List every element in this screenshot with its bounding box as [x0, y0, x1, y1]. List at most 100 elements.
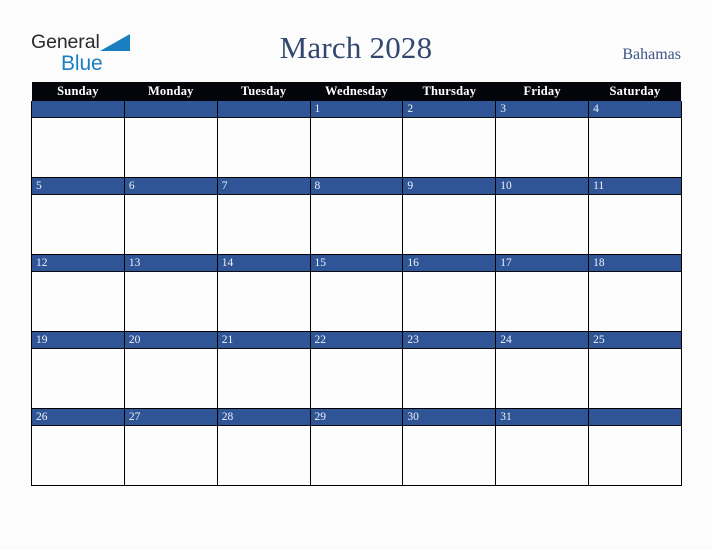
date-bar: 7: [217, 178, 310, 195]
day-event-area[interactable]: [310, 195, 403, 254]
calendar-day-cell[interactable]: 13: [123, 254, 218, 332]
calendar-day-cell[interactable]: 14: [216, 254, 311, 332]
day-event-area[interactable]: [589, 349, 681, 408]
date-bar: 2: [403, 101, 496, 118]
day-event-area[interactable]: [217, 118, 310, 177]
calendar-day-cell[interactable]: 4: [588, 101, 682, 178]
calendar-day-cell[interactable]: 21: [216, 331, 311, 409]
day-event-area[interactable]: [403, 272, 496, 331]
day-event-area[interactable]: [124, 349, 217, 408]
day-event-area[interactable]: [589, 195, 681, 254]
day-cell-inner: [589, 409, 681, 485]
calendar-day-cell[interactable]: 24: [495, 331, 590, 409]
day-event-area[interactable]: [32, 272, 124, 331]
day-event-area[interactable]: [32, 118, 124, 177]
day-event-area[interactable]: [124, 195, 217, 254]
calendar-day-cell[interactable]: [588, 408, 682, 486]
calendar-day-cell[interactable]: [31, 101, 125, 178]
calendar-day-cell[interactable]: 28: [216, 408, 311, 486]
date-bar: 9: [403, 178, 496, 195]
date-number: 28: [221, 411, 234, 423]
date-number: 30: [407, 411, 419, 423]
calendar-day-cell[interactable]: 15: [309, 254, 404, 332]
calendar-day-cell[interactable]: 9: [402, 177, 497, 255]
day-event-area[interactable]: [589, 272, 681, 331]
day-cell-inner: 17: [496, 255, 589, 331]
day-event-area[interactable]: [496, 426, 589, 485]
day-event-area[interactable]: [32, 426, 124, 485]
date-bar: 3: [496, 101, 589, 118]
day-event-area[interactable]: [403, 349, 496, 408]
day-event-area[interactable]: [403, 195, 496, 254]
day-event-area[interactable]: [32, 195, 124, 254]
date-number: 4: [593, 103, 599, 115]
day-event-area[interactable]: [310, 349, 403, 408]
calendar-day-cell[interactable]: 7: [216, 177, 311, 255]
day-event-area[interactable]: [124, 426, 217, 485]
day-event-area[interactable]: [217, 349, 310, 408]
calendar-day-cell[interactable]: 8: [309, 177, 404, 255]
calendar-day-cell[interactable]: 12: [31, 254, 125, 332]
calendar-day-cell[interactable]: 5: [31, 177, 125, 255]
day-event-area[interactable]: [310, 272, 403, 331]
calendar-day-cell[interactable]: 10: [495, 177, 590, 255]
date-number: 15: [314, 257, 327, 269]
day-event-area[interactable]: [589, 118, 681, 177]
day-cell-inner: 31: [496, 409, 589, 485]
day-event-area[interactable]: [496, 349, 589, 408]
weekday-header-sunday: Sunday: [31, 82, 125, 101]
date-bar: 22: [310, 332, 403, 349]
date-number: 17: [500, 257, 512, 269]
date-number: 16: [407, 257, 419, 269]
day-event-area[interactable]: [310, 118, 403, 177]
calendar-day-cell[interactable]: 11: [588, 177, 682, 255]
page-header: General Blue March 2028 Bahamas: [0, 0, 712, 82]
weekday-header-tuesday: Tuesday: [217, 82, 311, 101]
calendar-day-cell[interactable]: 3: [495, 101, 590, 178]
calendar-day-cell[interactable]: 6: [123, 177, 218, 255]
calendar-week-row: 12 13 14 15 16 17 18: [31, 254, 682, 332]
calendar-day-cell[interactable]: 18: [588, 254, 682, 332]
calendar-day-cell[interactable]: [216, 101, 311, 178]
calendar-day-cell[interactable]: 27: [123, 408, 218, 486]
date-bar: 12: [32, 255, 124, 272]
day-event-area[interactable]: [217, 195, 310, 254]
calendar-day-cell[interactable]: 16: [402, 254, 497, 332]
day-event-area[interactable]: [217, 272, 310, 331]
day-event-area[interactable]: [589, 426, 681, 485]
calendar-day-cell[interactable]: 26: [31, 408, 125, 486]
day-event-area[interactable]: [124, 118, 217, 177]
day-event-area[interactable]: [32, 349, 124, 408]
calendar-day-cell[interactable]: [123, 101, 218, 178]
page-title: March 2028: [279, 30, 433, 65]
calendar-day-cell[interactable]: 22: [309, 331, 404, 409]
day-event-area[interactable]: [496, 272, 589, 331]
day-event-area[interactable]: [124, 272, 217, 331]
day-cell-inner: 23: [403, 332, 496, 408]
date-number: 5: [36, 180, 42, 192]
date-bar: 13: [124, 255, 217, 272]
day-event-area[interactable]: [403, 118, 496, 177]
date-bar: 4: [589, 101, 681, 118]
calendar-day-cell[interactable]: 17: [495, 254, 590, 332]
calendar-day-cell[interactable]: 1: [309, 101, 404, 178]
calendar-week-row: 19 20 21 22 23 24 25: [31, 331, 682, 409]
date-bar: [217, 101, 310, 118]
calendar-day-cell[interactable]: 31: [495, 408, 590, 486]
day-event-area[interactable]: [217, 426, 310, 485]
calendar-day-cell[interactable]: 2: [402, 101, 497, 178]
day-event-area[interactable]: [403, 426, 496, 485]
date-bar: 1: [310, 101, 403, 118]
calendar-day-cell[interactable]: 25: [588, 331, 682, 409]
calendar-day-cell[interactable]: 30: [402, 408, 497, 486]
date-bar: [124, 101, 217, 118]
day-event-area[interactable]: [310, 426, 403, 485]
date-bar: 17: [496, 255, 589, 272]
calendar-day-cell[interactable]: 20: [123, 331, 218, 409]
calendar-week-row: 5 6 7 8 9 10 11: [31, 177, 682, 255]
calendar-day-cell[interactable]: 23: [402, 331, 497, 409]
calendar-day-cell[interactable]: 29: [309, 408, 404, 486]
day-event-area[interactable]: [496, 195, 589, 254]
calendar-day-cell[interactable]: 19: [31, 331, 125, 409]
day-event-area[interactable]: [496, 118, 589, 177]
